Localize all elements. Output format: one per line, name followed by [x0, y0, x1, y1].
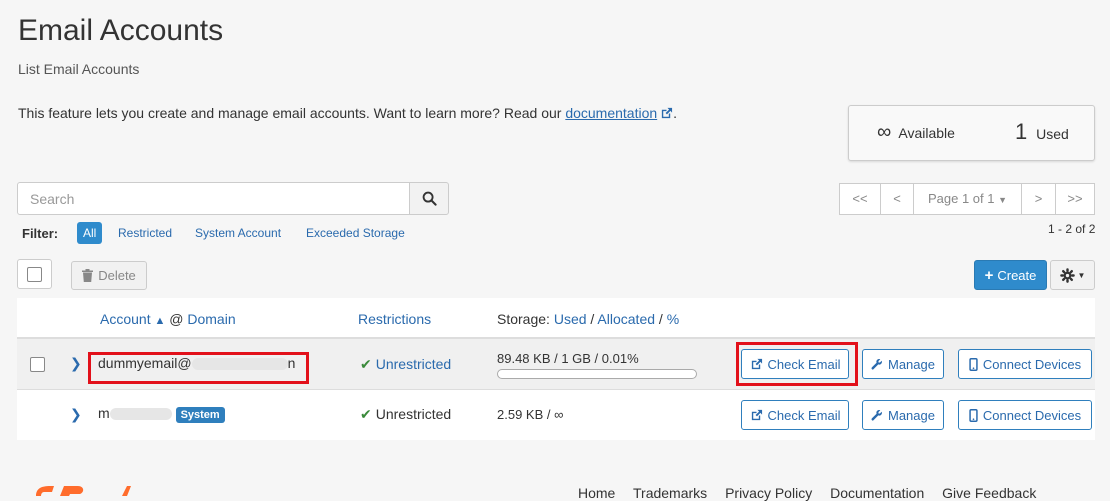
system-badge: System	[176, 407, 225, 423]
storage-usage: 89.48 KB / 1 GB / 0.01%	[497, 351, 639, 366]
search-input[interactable]	[17, 182, 410, 215]
restriction-status[interactable]: ✔Unrestricted	[360, 356, 451, 373]
filter-system-account[interactable]: System Account	[195, 226, 281, 240]
header-storage: Storage: Used / Allocated / %	[497, 311, 679, 327]
connect-devices-button[interactable]: Connect Devices	[958, 400, 1092, 430]
result-count: 1 - 2 of 2	[1048, 222, 1095, 236]
gear-icon	[1060, 268, 1075, 283]
check-email-button[interactable]: Check Email	[741, 400, 849, 430]
available-stat: ∞ Available	[877, 121, 955, 144]
first-page-button[interactable]: <<	[840, 184, 881, 214]
storage-progress-bar	[497, 369, 697, 379]
plus-icon: +	[985, 267, 994, 284]
delete-button[interactable]: Delete	[71, 261, 147, 290]
external-link-icon	[750, 409, 763, 422]
footer-link-feedback[interactable]: Give Feedback	[942, 485, 1036, 501]
intro-text: This feature lets you create and manage …	[18, 105, 677, 123]
last-page-button[interactable]: >>	[1056, 184, 1094, 214]
storage-usage: 2.59 KB / ∞	[497, 407, 563, 422]
used-label: Used	[1036, 126, 1069, 142]
manage-button[interactable]: Manage	[862, 400, 944, 430]
page-subtitle: List Email Accounts	[18, 61, 139, 77]
redacted-account	[110, 408, 172, 420]
search-button[interactable]	[409, 182, 449, 215]
footer-link-documentation[interactable]: Documentation	[830, 485, 924, 501]
trash-icon	[82, 269, 93, 282]
available-value: ∞	[877, 121, 891, 143]
footer-link-trademarks[interactable]: Trademarks	[633, 485, 707, 501]
header-storage-allocated[interactable]: Allocated	[597, 311, 655, 327]
connect-devices-button[interactable]: Connect Devices	[958, 349, 1092, 379]
available-label: Available	[898, 125, 955, 141]
header-account-domain[interactable]: Account ▲ @ Domain	[100, 311, 236, 327]
settings-dropdown-button[interactable]: ▼	[1050, 260, 1095, 290]
sort-ascending-icon: ▲	[154, 315, 165, 327]
search-icon	[422, 191, 437, 206]
external-link-icon[interactable]	[660, 107, 673, 123]
restriction-status: ✔Unrestricted	[360, 406, 451, 423]
row-checkbox[interactable]	[30, 357, 45, 372]
header-account[interactable]: Account	[100, 311, 151, 327]
wrench-icon	[871, 358, 883, 370]
page-title: Email Accounts	[18, 14, 223, 48]
filter-restricted[interactable]: Restricted	[118, 226, 172, 240]
used-stat: 1 Used	[1015, 119, 1069, 145]
footer-link-home[interactable]: Home	[578, 485, 615, 501]
filter-all[interactable]: All	[77, 222, 102, 244]
check-icon: ✔	[360, 406, 372, 422]
manage-button[interactable]: Manage	[862, 349, 944, 379]
documentation-link[interactable]: documentation	[565, 105, 657, 121]
page-select[interactable]: Page 1 of 1 ▼	[914, 184, 1022, 214]
header-restrictions[interactable]: Restrictions	[358, 311, 431, 327]
caret-down-icon: ▼	[998, 195, 1007, 205]
expand-row-icon[interactable]: ❯	[70, 406, 82, 423]
select-all-checkbox[interactable]	[27, 267, 42, 282]
used-value: 1	[1015, 119, 1027, 144]
cpanel-logo[interactable]	[30, 484, 140, 496]
highlight-box-account	[88, 352, 309, 384]
header-storage-used[interactable]: Used	[554, 311, 587, 327]
row-divider	[17, 389, 1095, 390]
mobile-phone-icon	[969, 409, 978, 422]
expand-row-icon[interactable]: ❯	[70, 355, 82, 372]
usage-stats-panel: ∞ Available 1 Used	[848, 105, 1095, 161]
highlight-box-check-email	[736, 342, 858, 386]
header-storage-percent[interactable]: %	[667, 311, 679, 327]
create-button[interactable]: + Create	[974, 260, 1047, 290]
next-page-button[interactable]: >	[1022, 184, 1056, 214]
wrench-icon	[871, 409, 883, 421]
footer-link-privacy[interactable]: Privacy Policy	[725, 485, 812, 501]
select-all-checkbox-wrapper[interactable]	[17, 259, 52, 289]
caret-down-icon: ▼	[1078, 271, 1086, 280]
check-icon: ✔	[360, 356, 372, 372]
pagination: << < Page 1 of 1 ▼ > >>	[839, 183, 1095, 215]
footer-links: Home Trademarks Privacy Policy Documenta…	[578, 485, 1050, 501]
account-name[interactable]: m System	[98, 405, 225, 421]
prev-page-button[interactable]: <	[881, 184, 914, 214]
filter-label: Filter:	[22, 226, 58, 241]
filter-exceeded-storage[interactable]: Exceeded Storage	[306, 226, 405, 240]
mobile-phone-icon	[969, 358, 978, 371]
header-domain[interactable]: Domain	[187, 311, 235, 327]
